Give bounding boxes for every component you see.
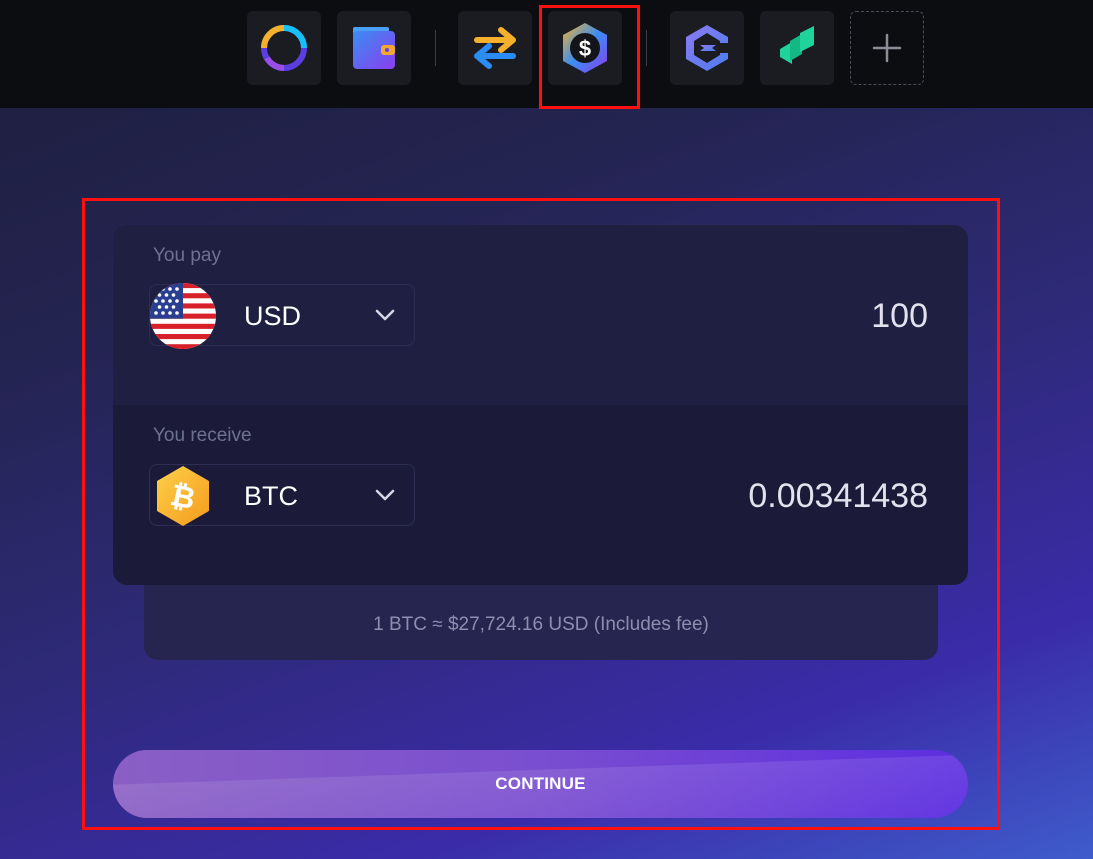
app-portfolio-button[interactable]	[247, 11, 321, 85]
continue-button[interactable]: CONTINUE	[113, 750, 968, 818]
pay-currency-code: USD	[244, 301, 302, 331]
add-app-icon	[872, 33, 902, 63]
exchange-card: You pay USD 100 You receive ₿ BTC 0.0034…	[113, 225, 968, 585]
receive-section: You receive ₿ BTC 0.00341438	[113, 405, 968, 585]
compound-logo-icon	[780, 26, 814, 64]
toolbar-divider	[646, 30, 647, 66]
pay-label: You pay	[153, 245, 221, 266]
exchange-arrows-icon	[474, 27, 516, 69]
pay-amount-input[interactable]: 100	[871, 297, 928, 336]
toolbar-divider	[435, 30, 436, 66]
receive-label: You receive	[153, 425, 252, 446]
pay-section: You pay USD 100	[113, 225, 968, 405]
pay-currency-select[interactable]: USD	[149, 283, 415, 349]
buy-crypto-dollar-icon: $	[563, 23, 607, 73]
add-app-button[interactable]	[850, 11, 924, 85]
continue-button-label: CONTINUE	[495, 774, 586, 793]
us-flag-icon	[150, 283, 216, 349]
wallet-icon	[353, 27, 395, 69]
portfolio-ring-icon	[261, 25, 307, 71]
app-buy-crypto-button[interactable]: $	[548, 11, 622, 85]
app-compound-button[interactable]	[760, 11, 834, 85]
receive-amount-value: 0.00341438	[748, 477, 928, 515]
chevron-down-icon	[375, 309, 395, 321]
receive-currency-code: BTC	[244, 481, 298, 511]
svg-text:$: $	[579, 36, 591, 61]
bitcoin-icon: ₿	[157, 466, 209, 526]
exchange-rate-text: 1 BTC ≈ $27,724.16 USD (Includes fee)	[373, 614, 709, 635]
app-exchange-button[interactable]	[458, 11, 532, 85]
chevron-down-icon	[375, 489, 395, 501]
exodus-logo-icon	[686, 25, 728, 71]
app-exodus-button[interactable]	[670, 11, 744, 85]
receive-currency-select[interactable]: ₿ BTC	[149, 464, 415, 526]
app-toolbar: $	[0, 0, 1093, 109]
app-wallet-button[interactable]	[337, 11, 411, 85]
